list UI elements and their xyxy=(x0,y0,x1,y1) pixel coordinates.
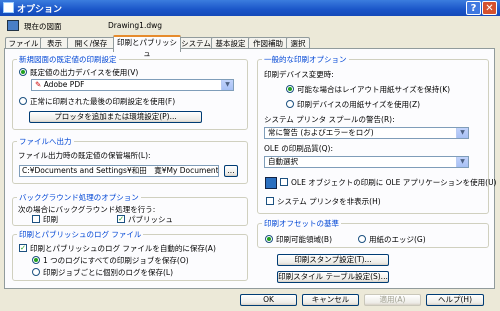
printable-area-label: 印刷可能領域(B) xyxy=(276,235,332,244)
keep-layout-size-radio[interactable] xyxy=(286,85,294,93)
log-legend: 印刷とパブリッシュのログ ファイル xyxy=(19,230,142,239)
continuous-log-label: 1 つのログにすべての印刷ジョブを保存(O) xyxy=(43,256,189,265)
add-plotter-button[interactable]: プロッタを追加または環境設定(P)... xyxy=(29,111,202,123)
chevron-down-icon[interactable]: ▼ xyxy=(456,128,468,138)
current-drawing-label: 現在の図面 xyxy=(24,22,62,31)
hide-system-printers-label: システム プリンタを非表示(H) xyxy=(277,197,381,206)
pdf-icon: ✎ xyxy=(35,80,42,89)
printable-area-radio[interactable] xyxy=(265,235,273,243)
app-icon xyxy=(3,2,14,13)
ole-application-label: OLE オブジェクトの印刷に OLE アプリケーションを使用(U) xyxy=(291,178,497,187)
auto-save-log-checkbox[interactable]: ✓ xyxy=(19,244,27,252)
plot-offset-legend: 印刷オフセットの基準 xyxy=(264,219,339,228)
ole-application-checkbox[interactable] xyxy=(280,178,288,186)
file-location-input[interactable]: C:¥Documents and Settings¥和田 寛¥My Docume… xyxy=(19,165,219,177)
chevron-down-icon[interactable]: ▼ xyxy=(221,80,233,90)
ole-quality-value: 自動選択 xyxy=(268,157,298,166)
continuous-log-radio[interactable] xyxy=(32,256,40,264)
per-plot-log-label: 印刷ジョブごとに個別のログを保存(L) xyxy=(43,268,174,277)
window-title: オプション xyxy=(17,5,63,15)
default-device-label: 既定値の出力デバイスを使用(V) xyxy=(30,68,139,77)
device-paper-size-radio[interactable] xyxy=(286,100,294,108)
browse-button[interactable]: ... xyxy=(224,165,238,177)
ole-quality-select[interactable]: 自動選択 ▼ xyxy=(264,156,469,168)
publishing-label: パブリッシュ xyxy=(128,215,173,224)
close-icon[interactable]: ✕ xyxy=(482,1,497,15)
auto-save-log-label: 印刷とパブリッシュのログ ファイルを自動的に保存(A) xyxy=(30,244,216,253)
ole-icon xyxy=(265,177,277,189)
ok-button[interactable]: OK xyxy=(240,294,297,306)
last-settings-radio[interactable] xyxy=(19,97,27,105)
last-settings-label: 正常に印刷された最後の印刷設定を使用(F) xyxy=(30,97,176,106)
background-legend: バックグラウンド処理のオプション xyxy=(19,193,139,202)
help-icon[interactable]: ? xyxy=(466,1,481,15)
file-location-label: ファイル出力時の既定値の保管場所(L): xyxy=(18,151,151,160)
plotting-label: 印刷 xyxy=(43,215,58,224)
new-drawing-legend: 新規図面の既定値の印刷設定 xyxy=(19,55,117,64)
plot-stamp-button[interactable]: 印刷スタンプ設定(T)... xyxy=(277,254,389,266)
output-device-value: Adobe PDF xyxy=(43,80,85,89)
publishing-checkbox[interactable]: ✓ xyxy=(117,215,125,223)
plotting-checkbox[interactable] xyxy=(32,215,40,223)
hide-system-printers-checkbox[interactable] xyxy=(266,197,274,205)
plot-to-file-legend: ファイルへ出力 xyxy=(19,137,72,146)
device-paper-size-label: 印刷デバイスの用紙サイズを使用(Z) xyxy=(297,100,421,109)
tab-plot-publish[interactable]: 印刷とパブリッシュ xyxy=(113,35,181,58)
help-button[interactable]: ヘルプ(H) xyxy=(426,294,484,306)
title-bar: オプション ? ✕ xyxy=(0,0,500,16)
spool-alert-value: 常に警告 (およびエラーをログ) xyxy=(268,128,374,137)
default-device-radio[interactable] xyxy=(19,68,27,76)
apply-button[interactable]: 適用(A) xyxy=(364,294,421,306)
paper-edge-label: 用紙のエッジ(G) xyxy=(369,235,426,244)
drawing-name: Drawing1.dwg xyxy=(108,21,162,30)
device-change-label: 印刷デバイス変更時: xyxy=(264,70,334,79)
per-plot-log-radio[interactable] xyxy=(32,268,40,276)
spool-alert-label: システム プリンタ スプールの警告(R): xyxy=(264,115,395,124)
chevron-down-icon[interactable]: ▼ xyxy=(456,157,468,167)
drawing-icon xyxy=(7,20,19,31)
keep-layout-size-label: 可能な場合はレイアウト用紙サイズを保持(K) xyxy=(297,85,451,94)
plot-style-table-button[interactable]: 印刷スタイル テーブル設定(S)... xyxy=(277,271,389,283)
paper-edge-radio[interactable] xyxy=(358,235,366,243)
spool-alert-select[interactable]: 常に警告 (およびエラーをログ) ▼ xyxy=(264,127,469,139)
cancel-button[interactable]: キャンセル xyxy=(302,294,359,306)
output-device-select[interactable]: ✎ Adobe PDF ▼ xyxy=(31,79,234,91)
ole-quality-label: OLE の印刷品質(Q): xyxy=(264,144,333,153)
general-options-legend: 一般的な印刷オプション xyxy=(264,55,347,64)
